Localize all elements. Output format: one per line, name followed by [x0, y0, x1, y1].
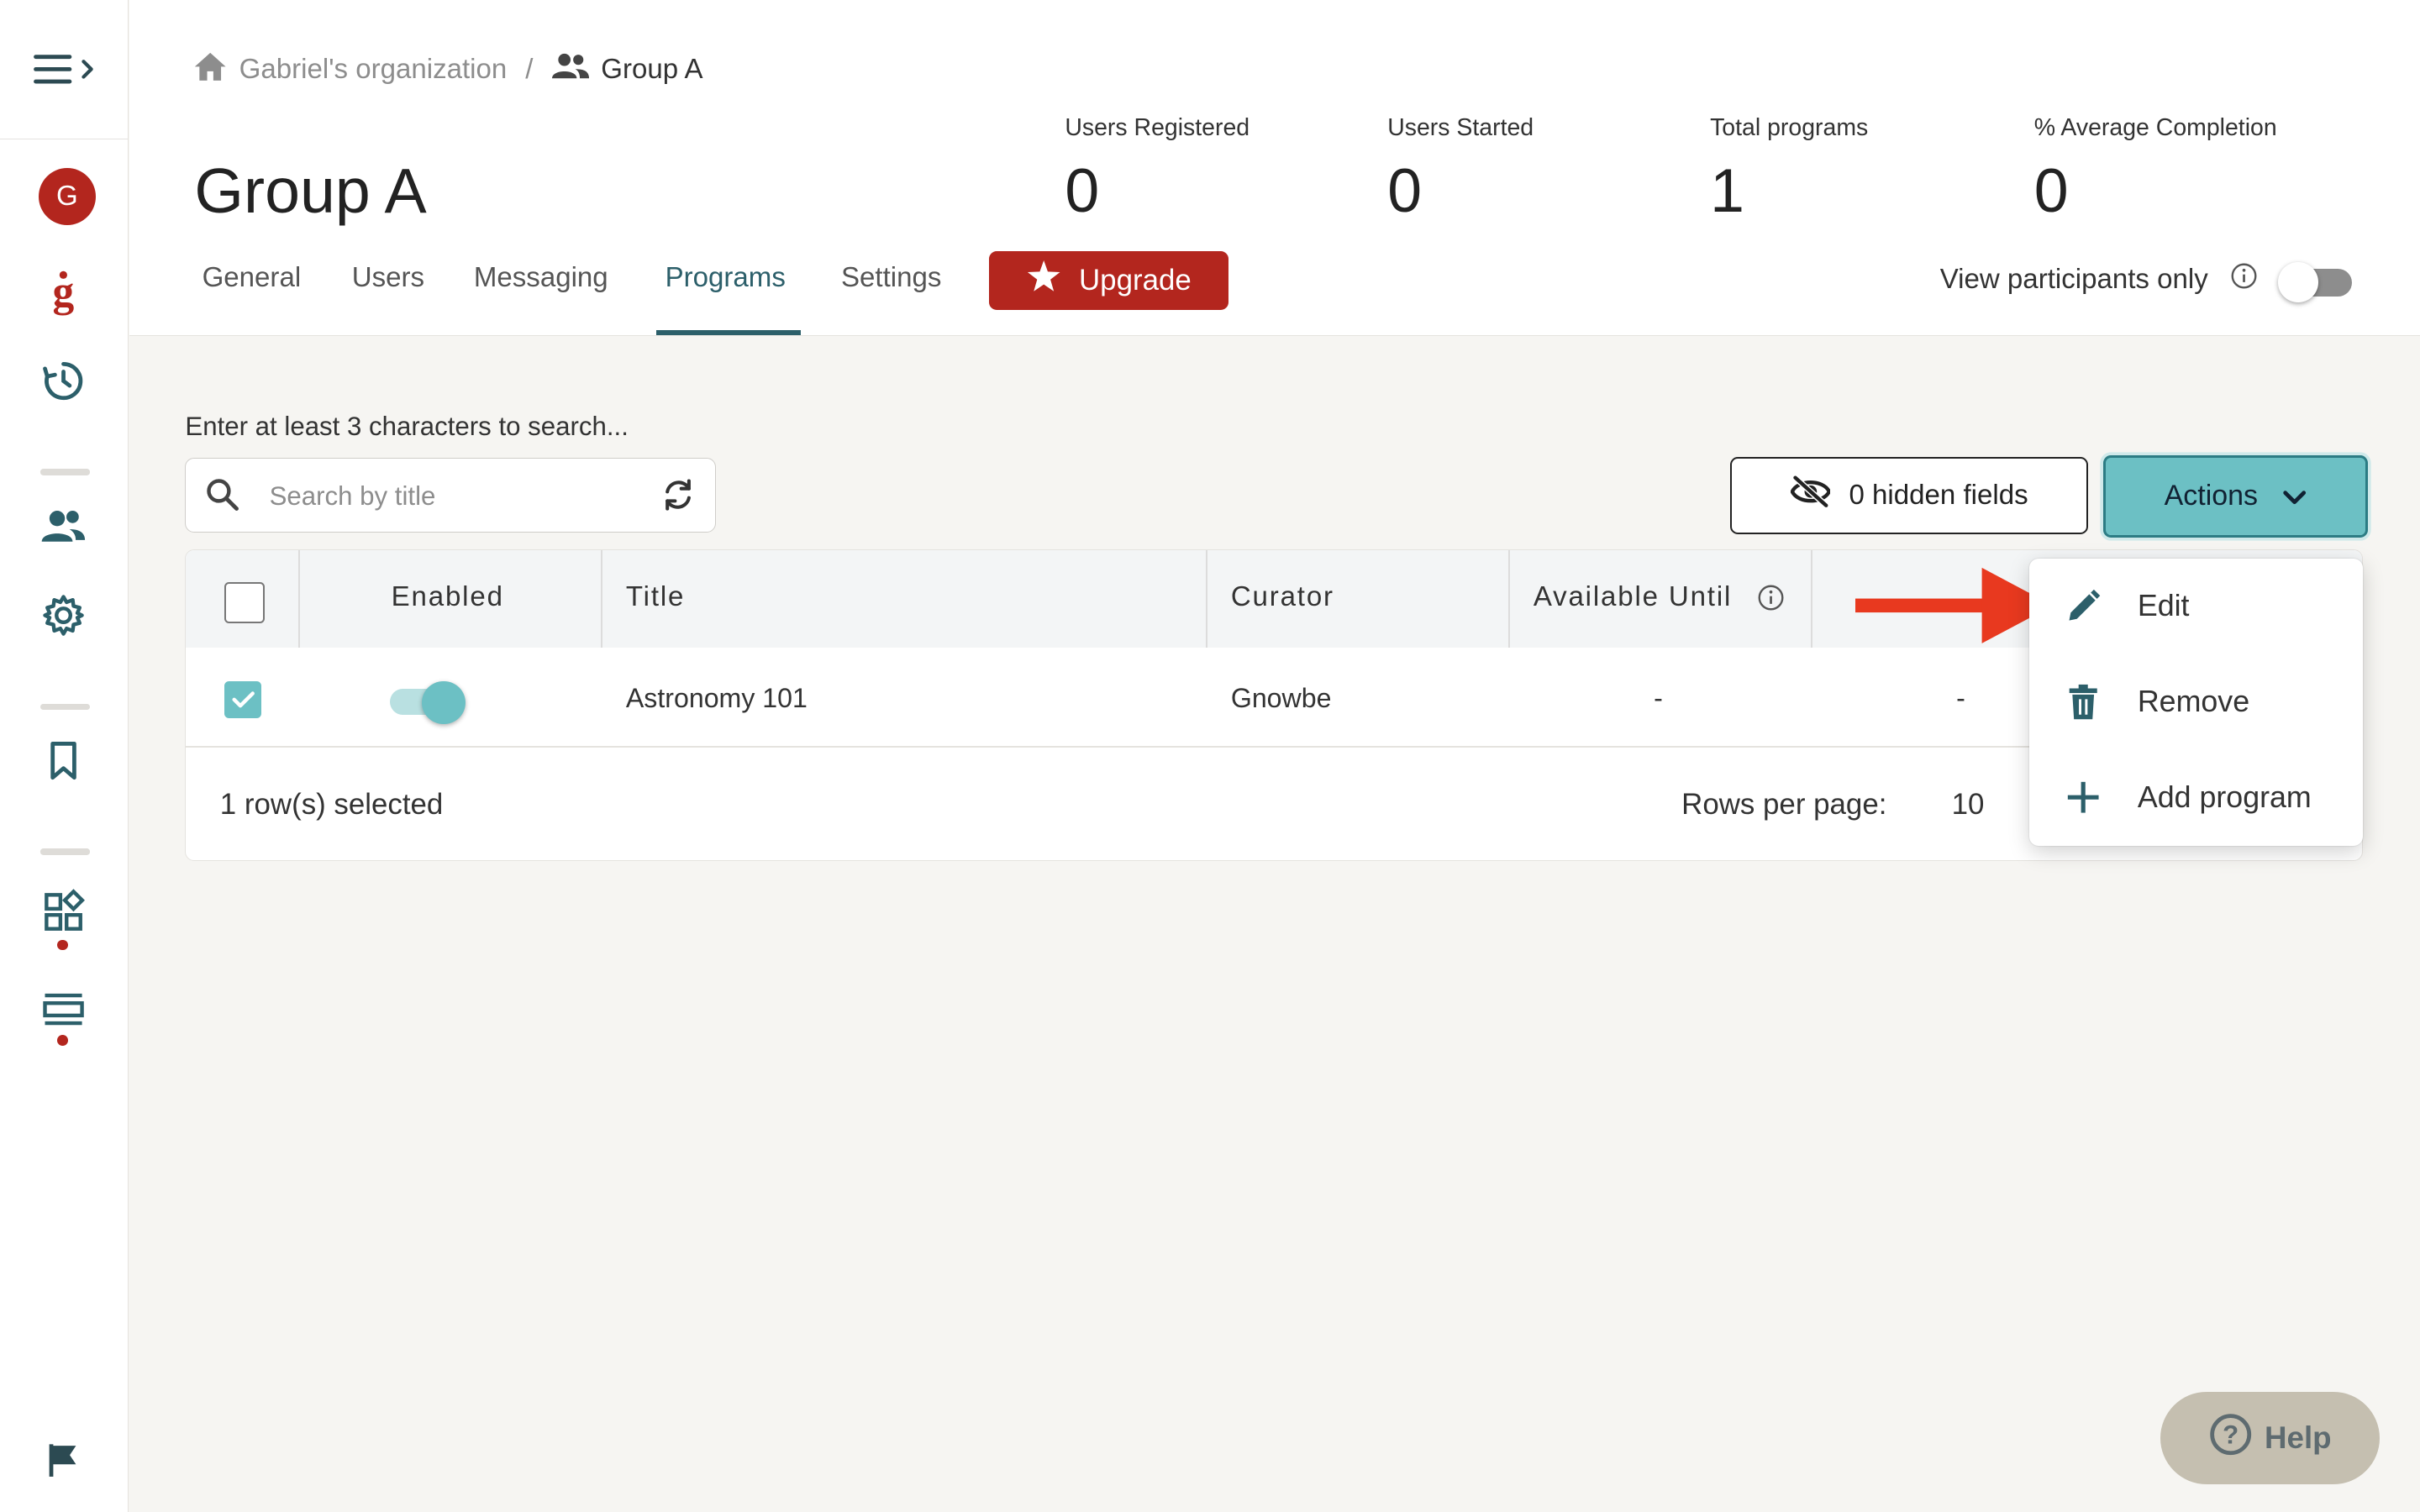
menu-item-add-program[interactable]: Add program: [2029, 750, 2363, 846]
select-all-checkbox[interactable]: [224, 582, 266, 623]
menu-item-remove[interactable]: Remove: [2029, 654, 2363, 750]
upgrade-label: Upgrade: [1078, 264, 1192, 297]
actions-menu: Edit Remove Add program: [2029, 558, 2363, 846]
refresh-icon[interactable]: [660, 476, 697, 520]
menu-item-label: Edit: [2137, 589, 2190, 623]
star-icon: [1027, 260, 1060, 301]
view-participants-toggle[interactable]: [2277, 260, 2355, 303]
row-title[interactable]: Astronomy 101: [626, 683, 808, 714]
stat-total-programs-value: 1: [1710, 155, 1744, 225]
breadcrumb-separator: /: [525, 53, 534, 85]
actions-button[interactable]: Actions: [2103, 454, 2368, 538]
toggle-thumb: [422, 680, 466, 725]
search-box: [185, 458, 717, 533]
upgrade-button[interactable]: Upgrade: [989, 251, 1228, 311]
active-tab-indicator: [655, 330, 802, 335]
tab-general[interactable]: General: [203, 262, 302, 294]
stat-users-registered-label: Users Registered: [1065, 113, 1250, 141]
row-checkbox[interactable]: [224, 680, 262, 719]
column-divider: [1508, 549, 1511, 648]
info-icon[interactable]: [2230, 262, 2258, 297]
history-icon[interactable]: [39, 356, 88, 406]
home-icon[interactable]: [193, 51, 227, 89]
list-view-icon[interactable]: [39, 984, 88, 1034]
rows-per-page-select[interactable]: 10: [1952, 788, 1985, 822]
menu-expand-icon[interactable]: [31, 45, 99, 94]
users-icon[interactable]: [39, 501, 88, 551]
sidebar-divider: [39, 469, 90, 475]
flag-icon[interactable]: [39, 1435, 88, 1484]
actions-label: Actions: [2164, 480, 2259, 512]
hidden-fields-button[interactable]: 0 hidden fields: [1729, 456, 2089, 534]
row-extra: -: [1956, 682, 1965, 713]
selection-count: 1 row(s) selected: [219, 787, 444, 821]
column-header-enabled[interactable]: Enabled: [392, 581, 504, 613]
row-enabled-toggle[interactable]: [388, 680, 466, 725]
chevron-down-icon: [2282, 480, 2307, 512]
plus-icon: [2029, 780, 2138, 814]
help-circle-icon: ?: [2209, 1413, 2252, 1463]
svg-text:?: ?: [2223, 1420, 2238, 1449]
stat-users-registered-value: 0: [1065, 155, 1100, 225]
stat-total-programs-label: Total programs: [1710, 113, 1869, 141]
tab-messaging[interactable]: Messaging: [474, 262, 608, 294]
rows-per-page-label: Rows per page:: [1681, 787, 1887, 821]
info-icon[interactable]: [1757, 584, 1785, 618]
column-divider: [1811, 549, 1813, 648]
column-header-available-until[interactable]: Available Until: [1534, 581, 1732, 613]
settings-gear-icon[interactable]: [39, 591, 88, 640]
bookmark-icon[interactable]: [39, 736, 88, 785]
page-title: Group A: [194, 155, 427, 226]
breadcrumb-group: Group A: [601, 53, 703, 85]
hidden-fields-label: 0 hidden fields: [1849, 479, 2028, 511]
eye-off-icon: [1790, 475, 1832, 516]
column-divider: [298, 549, 301, 648]
toggle-thumb: [2277, 262, 2318, 302]
stat-average-completion-value: 0: [2033, 155, 2069, 225]
search-icon: [204, 476, 241, 520]
column-divider: [1206, 549, 1208, 648]
column-header-title[interactable]: Title: [626, 581, 685, 613]
sidebar-divider: [39, 703, 90, 710]
notification-dot: [56, 939, 68, 951]
stat-users-started-label: Users Started: [1387, 113, 1534, 141]
column-header-curator[interactable]: Curator: [1231, 581, 1334, 613]
sidebar-divider: [39, 848, 90, 855]
menu-item-label: Add program: [2137, 780, 2312, 815]
notification-dot: [56, 1035, 68, 1047]
tab-programs[interactable]: Programs: [666, 262, 786, 294]
tab-users[interactable]: Users: [352, 262, 424, 294]
help-button[interactable]: ? Help: [2160, 1391, 2381, 1484]
search-input[interactable]: [266, 474, 644, 518]
help-label: Help: [2265, 1420, 2332, 1455]
row-available-until: -: [1654, 682, 1663, 713]
stat-users-started-value: 0: [1387, 155, 1423, 225]
gnowbe-logo-icon[interactable]: g: [39, 269, 88, 318]
search-hint: Enter at least 3 characters to search...: [185, 412, 629, 442]
menu-item-label: Remove: [2137, 685, 2250, 719]
widgets-icon[interactable]: [39, 887, 88, 937]
stat-average-completion-label: % Average Completion: [2033, 113, 2277, 141]
column-divider: [601, 549, 603, 648]
menu-item-edit[interactable]: Edit: [2029, 559, 2363, 654]
tab-settings[interactable]: Settings: [841, 262, 941, 294]
row-curator: Gnowbe: [1230, 682, 1332, 713]
avatar[interactable]: G: [38, 168, 96, 226]
trash-icon: [2029, 684, 2138, 721]
avatar-letter: G: [56, 181, 78, 213]
view-participants-label: View participants only: [1939, 264, 2208, 296]
annotation-arrow: [1854, 566, 2056, 650]
group-icon: [551, 52, 589, 87]
pencil-icon: [2029, 588, 2138, 625]
breadcrumb: Gabriel's organization / Group A: [193, 51, 703, 89]
breadcrumb-org-link[interactable]: Gabriel's organization: [239, 54, 508, 86]
